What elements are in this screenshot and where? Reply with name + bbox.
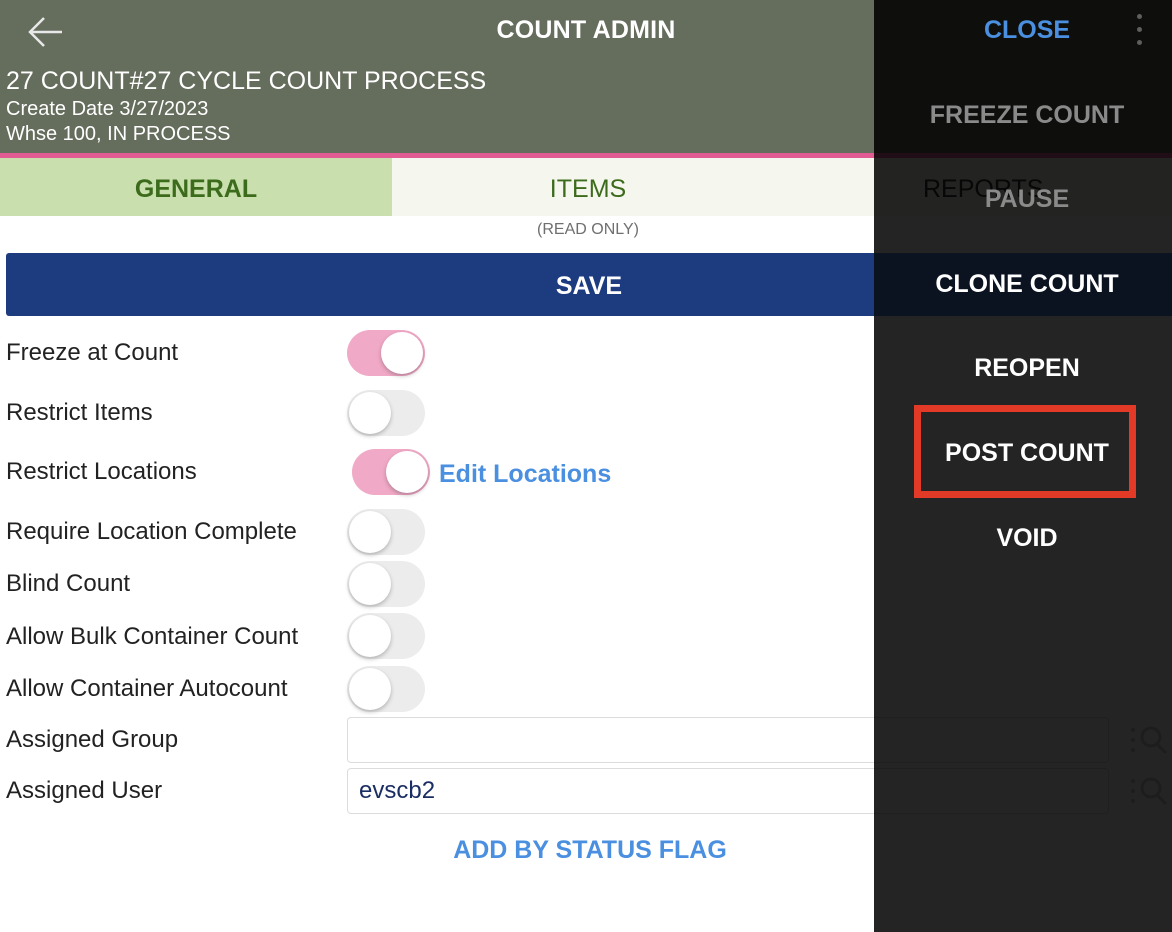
menu-item-post-count[interactable]: POST COUNT xyxy=(874,439,1172,468)
menu-item-clone-count[interactable]: CLONE COUNT xyxy=(874,270,1172,299)
restrict-locations-toggle[interactable] xyxy=(352,449,430,495)
tab-items[interactable]: ITEMS xyxy=(392,158,784,216)
toggle-knob xyxy=(349,615,391,657)
toggle-knob xyxy=(349,563,391,605)
restrict-locations-label: Restrict Locations xyxy=(6,458,197,485)
assigned-user-label: Assigned User xyxy=(6,777,163,804)
assigned-group-label: Assigned Group xyxy=(6,726,179,753)
create-date: Create Date 3/27/2023 xyxy=(6,98,209,120)
warehouse-status: Whse 100, IN PROCESS xyxy=(6,123,231,145)
require-location-complete-toggle[interactable] xyxy=(347,509,425,555)
count-name: 27 COUNT#27 CYCLE COUNT PROCESS xyxy=(6,67,487,95)
freeze-at-count-toggle[interactable] xyxy=(347,330,425,376)
items-read-only-note: (READ ONLY) xyxy=(537,221,639,238)
menu-item-freeze-count: FREEZE COUNT xyxy=(929,101,1125,129)
tab-general[interactable]: GENERAL xyxy=(0,158,392,216)
menu-item-reopen[interactable]: REOPEN xyxy=(874,354,1172,383)
restrict-items-label: Restrict Items xyxy=(6,399,153,426)
toggle-knob xyxy=(349,668,391,710)
toggle-knob xyxy=(386,451,428,493)
edit-locations-link[interactable]: Edit Locations xyxy=(439,460,611,489)
toggle-knob xyxy=(349,392,391,434)
menu-item-void[interactable]: VOID xyxy=(874,524,1172,553)
toggle-knob xyxy=(349,511,391,553)
freeze-at-count-label: Freeze at Count xyxy=(6,339,179,366)
require-location-complete-label: Require Location Complete xyxy=(6,518,297,545)
blind-count-toggle[interactable] xyxy=(347,561,425,607)
allow-container-autocount-label: Allow Container Autocount xyxy=(6,675,288,702)
restrict-items-toggle[interactable] xyxy=(347,390,425,436)
toggle-knob xyxy=(381,332,423,374)
menu-item-pause: PAUSE xyxy=(984,185,1070,213)
allow-container-autocount-toggle[interactable] xyxy=(347,666,425,712)
allow-bulk-container-count-toggle[interactable] xyxy=(347,613,425,659)
allow-bulk-container-count-label: Allow Bulk Container Count xyxy=(6,623,299,650)
close-menu-button[interactable]: CLOSE xyxy=(874,16,1172,45)
blind-count-label: Blind Count xyxy=(6,570,131,597)
